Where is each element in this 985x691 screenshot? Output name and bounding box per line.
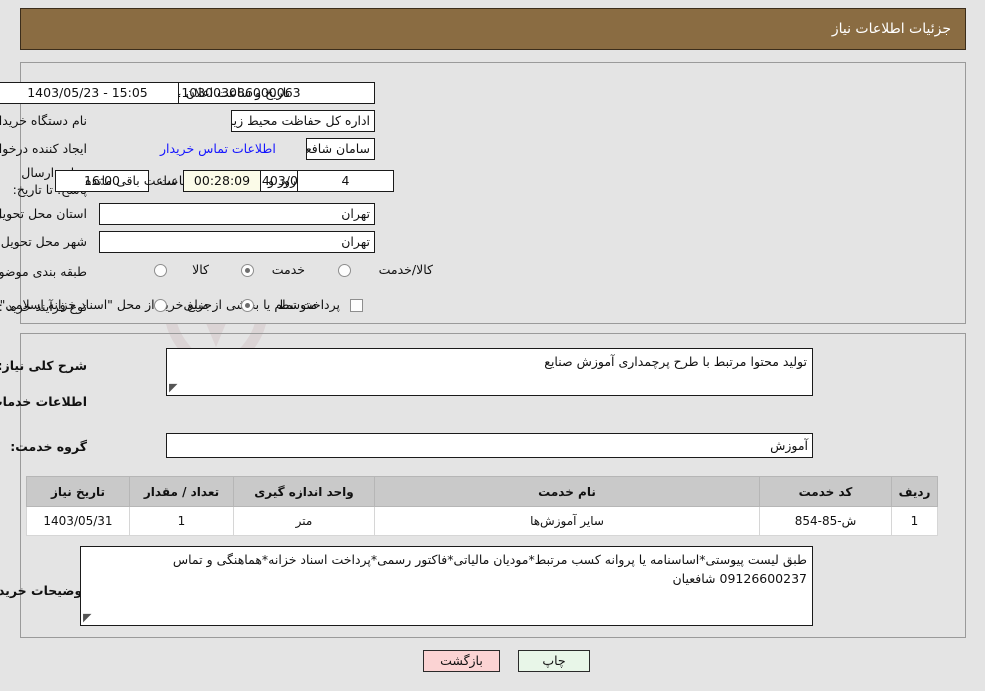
radio-classification-kala-khedmat[interactable] — [338, 264, 351, 277]
radio-classification-khedmat[interactable] — [241, 264, 254, 277]
radio-label-process-0: جزیی — [183, 297, 212, 312]
classification-label: طبقه بندی موضوعی: — [0, 264, 87, 279]
radio-classification-kala[interactable] — [154, 264, 167, 277]
buyer-notes-textarea[interactable]: طبق لیست پیوستی*اساسنامه یا پروانه کسب م… — [80, 546, 813, 626]
countdown-value: 00:28:09 — [183, 170, 261, 192]
creator-value: سامان شافعیان کاربرداز اداره کل حفاظت مح… — [306, 138, 375, 160]
radio-process-motavasset[interactable] — [241, 299, 254, 312]
radio-process-jozei[interactable] — [154, 299, 167, 312]
th-service-name: نام خدمت — [374, 476, 760, 507]
table-header-row: ردیف کد خدمت نام خدمت واحد اندازه گیری ت… — [26, 476, 938, 507]
service-group-label: گروه خدمت: — [10, 439, 87, 454]
radio-label-classification-1: خدمت — [271, 262, 305, 277]
cell-service-code: ش-85-854 — [759, 506, 892, 536]
th-unit: واحد اندازه گیری — [233, 476, 375, 507]
buyer-contact-link[interactable]: اطلاعات تماس خریدار — [160, 141, 276, 156]
radio-label-classification-2: کالا/خدمت — [378, 262, 433, 277]
page-root: AnaTender.net جزئیات اطلاعات نیاز شماره … — [0, 0, 985, 691]
buyer-notes-label: توضیحات خریدار: — [0, 583, 87, 598]
treasury-checkbox[interactable] — [350, 299, 363, 312]
th-need-date: تاریخ نیاز — [26, 476, 130, 507]
cell-unit: متر — [233, 506, 375, 536]
radio-label-classification-0: کالا — [192, 262, 209, 277]
days-value: 4 — [297, 170, 394, 192]
service-group-value: آموزش — [166, 433, 813, 458]
cell-service-name: سایر آموزش‌ها — [374, 506, 760, 536]
back-button[interactable]: بازگشت — [423, 650, 500, 672]
remaining-label: ساعت باقی مانده — [85, 173, 178, 188]
buyer-org-value: اداره کل حفاظت محیط زیست استان تهران — [231, 110, 375, 132]
cell-need-date: 1403/05/31 — [26, 506, 130, 536]
th-service-code: کد خدمت — [759, 476, 892, 507]
city-label: شهر محل تحویل: — [0, 234, 87, 249]
general-description-value: تولید محتوا مرتبط با طرح پرچمداری آموزش … — [544, 354, 807, 369]
table-row: 1 ش-85-854 سایر آموزش‌ها متر 1 1403/05/3… — [26, 506, 938, 536]
buyer-org-label: نام دستگاه خریدار: — [0, 113, 87, 128]
general-description-textarea[interactable]: تولید محتوا مرتبط با طرح پرچمداری آموزش … — [166, 348, 813, 396]
th-row: ردیف — [891, 476, 938, 507]
page-title: جزئیات اطلاعات نیاز — [831, 21, 951, 37]
province-label: استان محل تحویل: — [0, 206, 87, 221]
page-header: جزئیات اطلاعات نیاز — [20, 8, 966, 50]
services-section-title: اطلاعات خدمات مورد نیاز — [0, 394, 87, 409]
cell-quantity: 1 — [129, 506, 234, 536]
radio-label-process-1: متوسط — [277, 297, 317, 312]
province-value: تهران — [99, 203, 375, 225]
general-description-label: شرح کلی نیاز: — [0, 358, 87, 373]
creator-label: ایجاد کننده درخواست: — [0, 141, 87, 156]
th-quantity: تعداد / مقدار — [129, 476, 234, 507]
resize-grip-icon-notes[interactable]: ◥ — [83, 611, 95, 624]
days-and-label: روز و — [268, 173, 297, 188]
cell-row: 1 — [891, 506, 938, 536]
announce-value: 15:05 - 1403/05/23 — [0, 82, 179, 104]
city-value: تهران — [99, 231, 375, 253]
service-items-table-wrap: ردیف کد خدمت نام خدمت واحد اندازه گیری ت… — [26, 476, 938, 536]
service-items-table: ردیف کد خدمت نام خدمت واحد اندازه گیری ت… — [26, 476, 938, 536]
resize-grip-icon[interactable]: ◥ — [169, 381, 181, 394]
print-button[interactable]: چاپ — [518, 650, 590, 672]
buyer-notes-value: طبق لیست پیوستی*اساسنامه یا پروانه کسب م… — [172, 552, 807, 586]
